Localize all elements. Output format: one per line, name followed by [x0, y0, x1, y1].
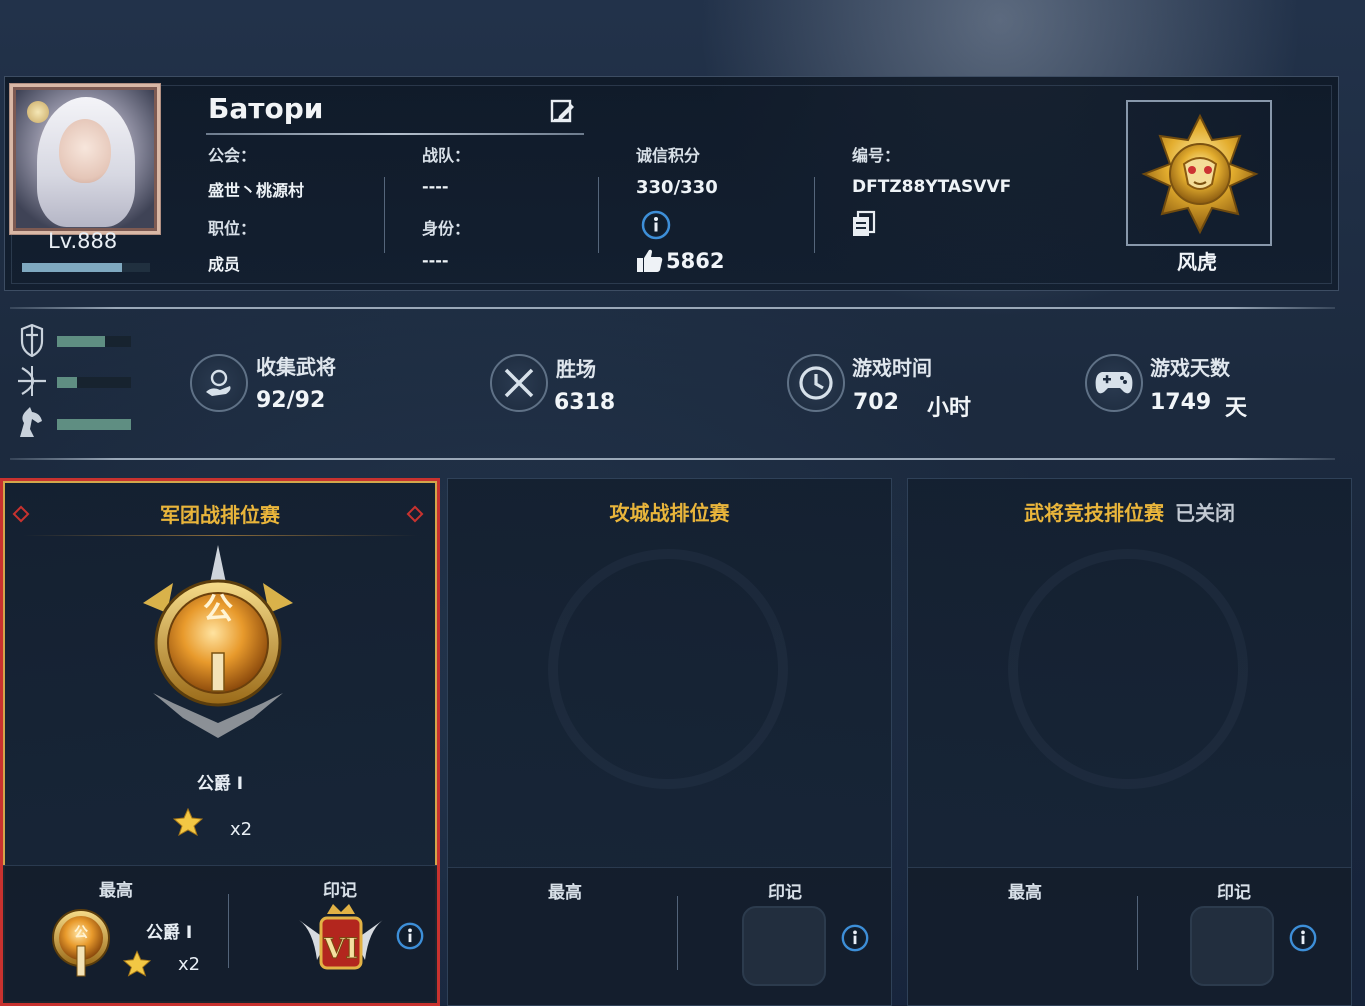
- infantry-bar: [57, 336, 131, 347]
- cavalry-horse-icon: [20, 407, 42, 437]
- name-divider: [206, 133, 584, 135]
- integrity-value: 330/330: [636, 177, 718, 198]
- arena-card-title: 武将竞技排位赛: [1024, 501, 1165, 525]
- footer-divider: [1137, 896, 1138, 970]
- siege-card-title: 攻城战排位赛: [609, 501, 730, 525]
- integrity-info-icon[interactable]: [640, 209, 672, 241]
- card-watermark: [1008, 549, 1248, 789]
- edit-name-icon[interactable]: [550, 98, 576, 124]
- team-label: 战队：: [422, 146, 471, 165]
- title-divider: [23, 535, 418, 536]
- siege-card-footer: 最高 印记: [448, 867, 891, 1005]
- best-rank-badge-icon: 公: [52, 909, 110, 977]
- uid-value: DFTZ88YTASVVF: [852, 177, 1012, 197]
- position-label: 职位：: [208, 219, 257, 238]
- avatar-hair-ornament: [27, 101, 49, 123]
- svg-text:公: 公: [203, 592, 233, 627]
- siege-info-icon[interactable]: [840, 923, 870, 953]
- rank-title: 风虎: [1177, 250, 1217, 274]
- thumbs-up-icon[interactable]: [636, 248, 663, 273]
- mark-emblem-icon[interactable]: VI: [297, 900, 385, 978]
- playtime-value: 702: [853, 390, 899, 415]
- collect-label: 收集武将: [256, 355, 336, 379]
- avatar-face: [59, 119, 111, 183]
- arena-card-footer: 最高 印记: [908, 867, 1351, 1005]
- integrity-label: 诚信积分: [636, 146, 701, 165]
- siege-ranked-card[interactable]: 攻城战排位赛 最高 印记: [447, 478, 892, 1006]
- mark-label: 印记: [768, 883, 802, 903]
- legion-card-footer: 最高 印记 公 公爵 Ⅰ x2 VI: [3, 865, 437, 1003]
- player-name: Батори: [208, 92, 324, 125]
- archer-bow-icon: [18, 366, 46, 396]
- like-count: 5862: [666, 249, 725, 273]
- gamepad-icon: [1085, 354, 1143, 412]
- archer-bar-fill: [57, 377, 77, 388]
- section-divider: [10, 458, 1335, 460]
- star-icon: [173, 808, 203, 836]
- wins-value: 6318: [554, 390, 616, 415]
- legion-info-icon[interactable]: [395, 921, 425, 951]
- wins-label: 胜场: [556, 357, 596, 381]
- player-avatar[interactable]: [10, 84, 160, 234]
- best-label: 最高: [548, 883, 582, 903]
- column-divider: [384, 177, 385, 253]
- uid-label: 编号：: [852, 146, 901, 165]
- tiger-rank-emblem-icon[interactable]: [1138, 112, 1262, 236]
- legion-card-title: 军团战排位赛: [160, 503, 280, 527]
- duke-rank-badge-icon: 公: [143, 545, 293, 738]
- card-watermark: [548, 549, 788, 789]
- best-rank-name: 公爵 Ⅰ: [146, 923, 193, 943]
- arena-ranked-card[interactable]: 武将竞技排位赛 已关闭 最高 印记: [907, 478, 1352, 1006]
- empty-mark-slot: [1190, 906, 1274, 986]
- clock-icon: [787, 354, 845, 412]
- crossed-swords-icon: [490, 354, 548, 412]
- legion-rank-name: 公爵 Ⅰ: [196, 774, 244, 794]
- section-divider: [10, 307, 1335, 309]
- cavalry-bar-fill: [57, 419, 131, 430]
- copy-icon[interactable]: [850, 210, 878, 238]
- guild-label: 公会：: [208, 146, 257, 165]
- identity-label: 身份：: [422, 219, 471, 238]
- days-unit: 天: [1225, 396, 1248, 421]
- mark-label: 印记: [1217, 883, 1251, 903]
- guild-value[interactable]: 盛世丶桃源村: [208, 177, 304, 201]
- mark-label: 印记: [323, 881, 357, 901]
- column-divider: [598, 177, 599, 253]
- star-icon: [123, 950, 151, 977]
- player-level: Lv.888: [48, 229, 118, 253]
- arena-card-title-row: 武将竞技排位赛 已关闭: [908, 497, 1351, 526]
- xp-bar: [22, 263, 150, 272]
- identity-value: ----: [422, 251, 449, 270]
- arena-info-icon[interactable]: [1288, 923, 1318, 953]
- collect-value: 92/92: [256, 388, 326, 413]
- empty-mark-slot: [742, 906, 826, 986]
- team-value: ----: [422, 177, 449, 196]
- playtime-label: 游戏时间: [852, 356, 932, 380]
- column-divider: [814, 177, 815, 253]
- infantry-shield-icon: [20, 323, 44, 357]
- position-value: 成员: [208, 255, 241, 274]
- archer-bar: [57, 377, 131, 388]
- mark-numeral: VI: [323, 932, 359, 965]
- collect-generals-icon: [190, 354, 248, 412]
- best-label: 最高: [1008, 883, 1042, 903]
- arena-closed-status: 已关闭: [1174, 501, 1235, 525]
- infantry-bar-fill: [57, 336, 106, 347]
- xp-bar-fill: [22, 263, 122, 272]
- cavalry-bar: [57, 419, 131, 430]
- legion-star-count: x2: [230, 819, 253, 840]
- days-value: 1749: [1150, 390, 1212, 415]
- svg-text:公: 公: [74, 925, 88, 941]
- best-label: 最高: [99, 881, 133, 901]
- playtime-unit: 小时: [927, 396, 972, 421]
- best-star-count: x2: [178, 954, 201, 975]
- footer-divider: [228, 894, 229, 968]
- footer-divider: [677, 896, 678, 970]
- days-label: 游戏天数: [1150, 356, 1230, 380]
- legion-ranked-card[interactable]: 军团战排位赛 公 公爵 Ⅰ x2 最高 印记 公 公爵 Ⅰ x2 VI: [0, 478, 440, 1006]
